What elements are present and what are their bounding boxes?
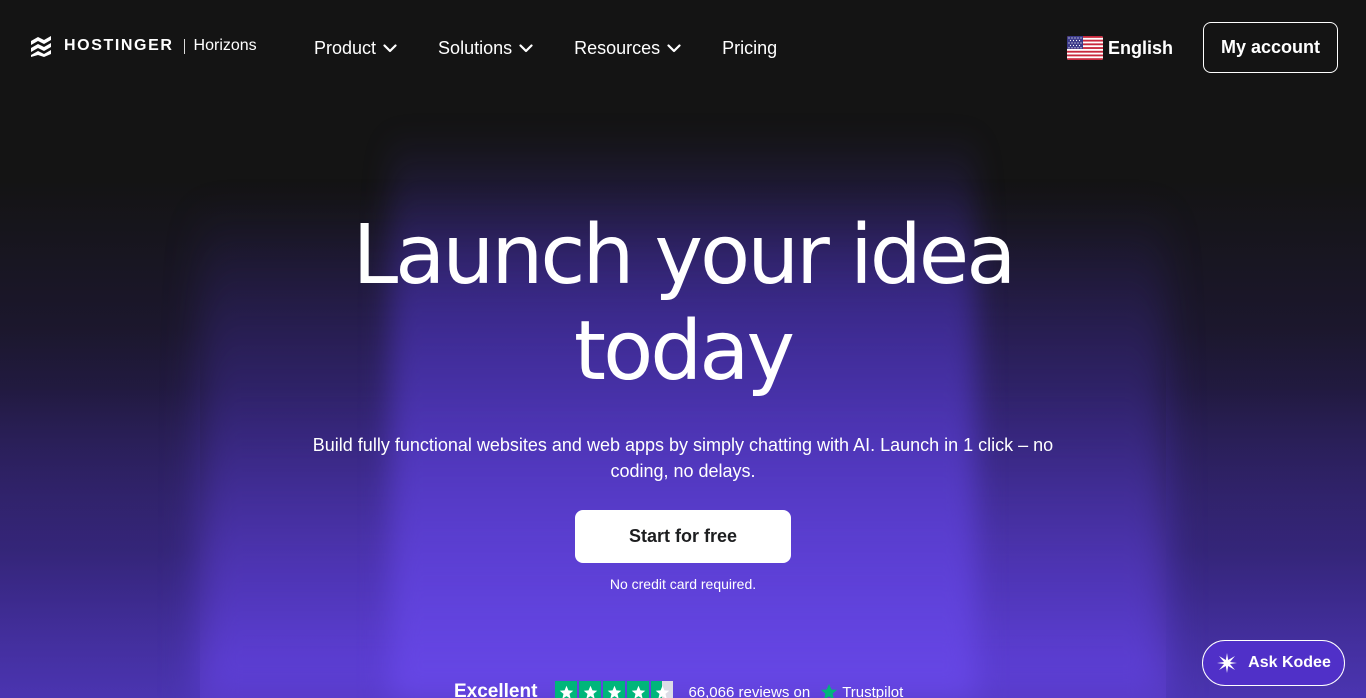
- chevron-down-icon: [383, 43, 397, 52]
- review-count: 66,066 reviews on: [688, 683, 811, 698]
- nav-item-label: Product: [314, 37, 377, 58]
- star-icon: [579, 681, 602, 698]
- trustpilot-rating[interactable]: Excellent 66,066 reviews on Trustpilot: [454, 680, 903, 698]
- nav-item-label: Resources: [574, 37, 661, 58]
- main-nav: Product Solutions Resources Pricing: [314, 36, 818, 60]
- hero-subtitle: Build fully functional websites and web …: [312, 435, 1054, 481]
- hero-title: Launch your idea today: [0, 208, 1366, 400]
- nav-item-label: Pricing: [722, 37, 778, 58]
- product-name: Horizons: [193, 37, 257, 54]
- no-credit-card-note: No credit card required.: [609, 576, 757, 592]
- nav-item-pricing[interactable]: Pricing: [722, 38, 777, 59]
- nav-item-resources[interactable]: Resources: [574, 38, 681, 59]
- nav-item-label: Solutions: [438, 37, 513, 58]
- ask-kodee-button[interactable]: Ask Kodee: [1202, 640, 1345, 686]
- star-icon: [603, 681, 626, 698]
- nav-item-solutions[interactable]: Solutions: [438, 38, 533, 59]
- my-account-button[interactable]: My account: [1203, 22, 1338, 73]
- sparkle-icon: [1217, 653, 1238, 673]
- language-selector[interactable]: English: [1067, 36, 1173, 60]
- logo-divider: [183, 38, 185, 54]
- hostinger-logo-icon: [31, 36, 51, 57]
- chevron-down-icon: [519, 43, 533, 52]
- ask-kodee-label: Ask Kodee: [1248, 654, 1331, 671]
- trustpilot-label: Trustpilot: [842, 683, 904, 698]
- star-icon: [627, 681, 650, 698]
- site-header: HOSTINGER Horizons Product Solutions Res…: [0, 0, 1366, 96]
- rating-label: Excellent: [454, 681, 538, 698]
- nav-item-product[interactable]: Product: [314, 38, 397, 59]
- brand-name: HOSTINGER: [64, 37, 174, 54]
- half-star-icon: [651, 681, 674, 698]
- hero-title-line-2: today: [573, 304, 795, 399]
- us-flag-icon: [1067, 36, 1103, 60]
- trustpilot-star-icon: [821, 683, 838, 698]
- start-for-free-button[interactable]: Start for free: [575, 510, 791, 563]
- hostinger-horizons-logo[interactable]: HOSTINGER Horizons: [30, 33, 257, 59]
- chevron-down-icon: [667, 43, 681, 52]
- page: HOSTINGER Horizons Product Solutions Res…: [0, 0, 1366, 698]
- star-icon: [555, 681, 578, 698]
- hero-title-line-1: Launch your idea: [352, 208, 1017, 303]
- star-rating: [555, 681, 675, 698]
- language-label: English: [1108, 37, 1174, 58]
